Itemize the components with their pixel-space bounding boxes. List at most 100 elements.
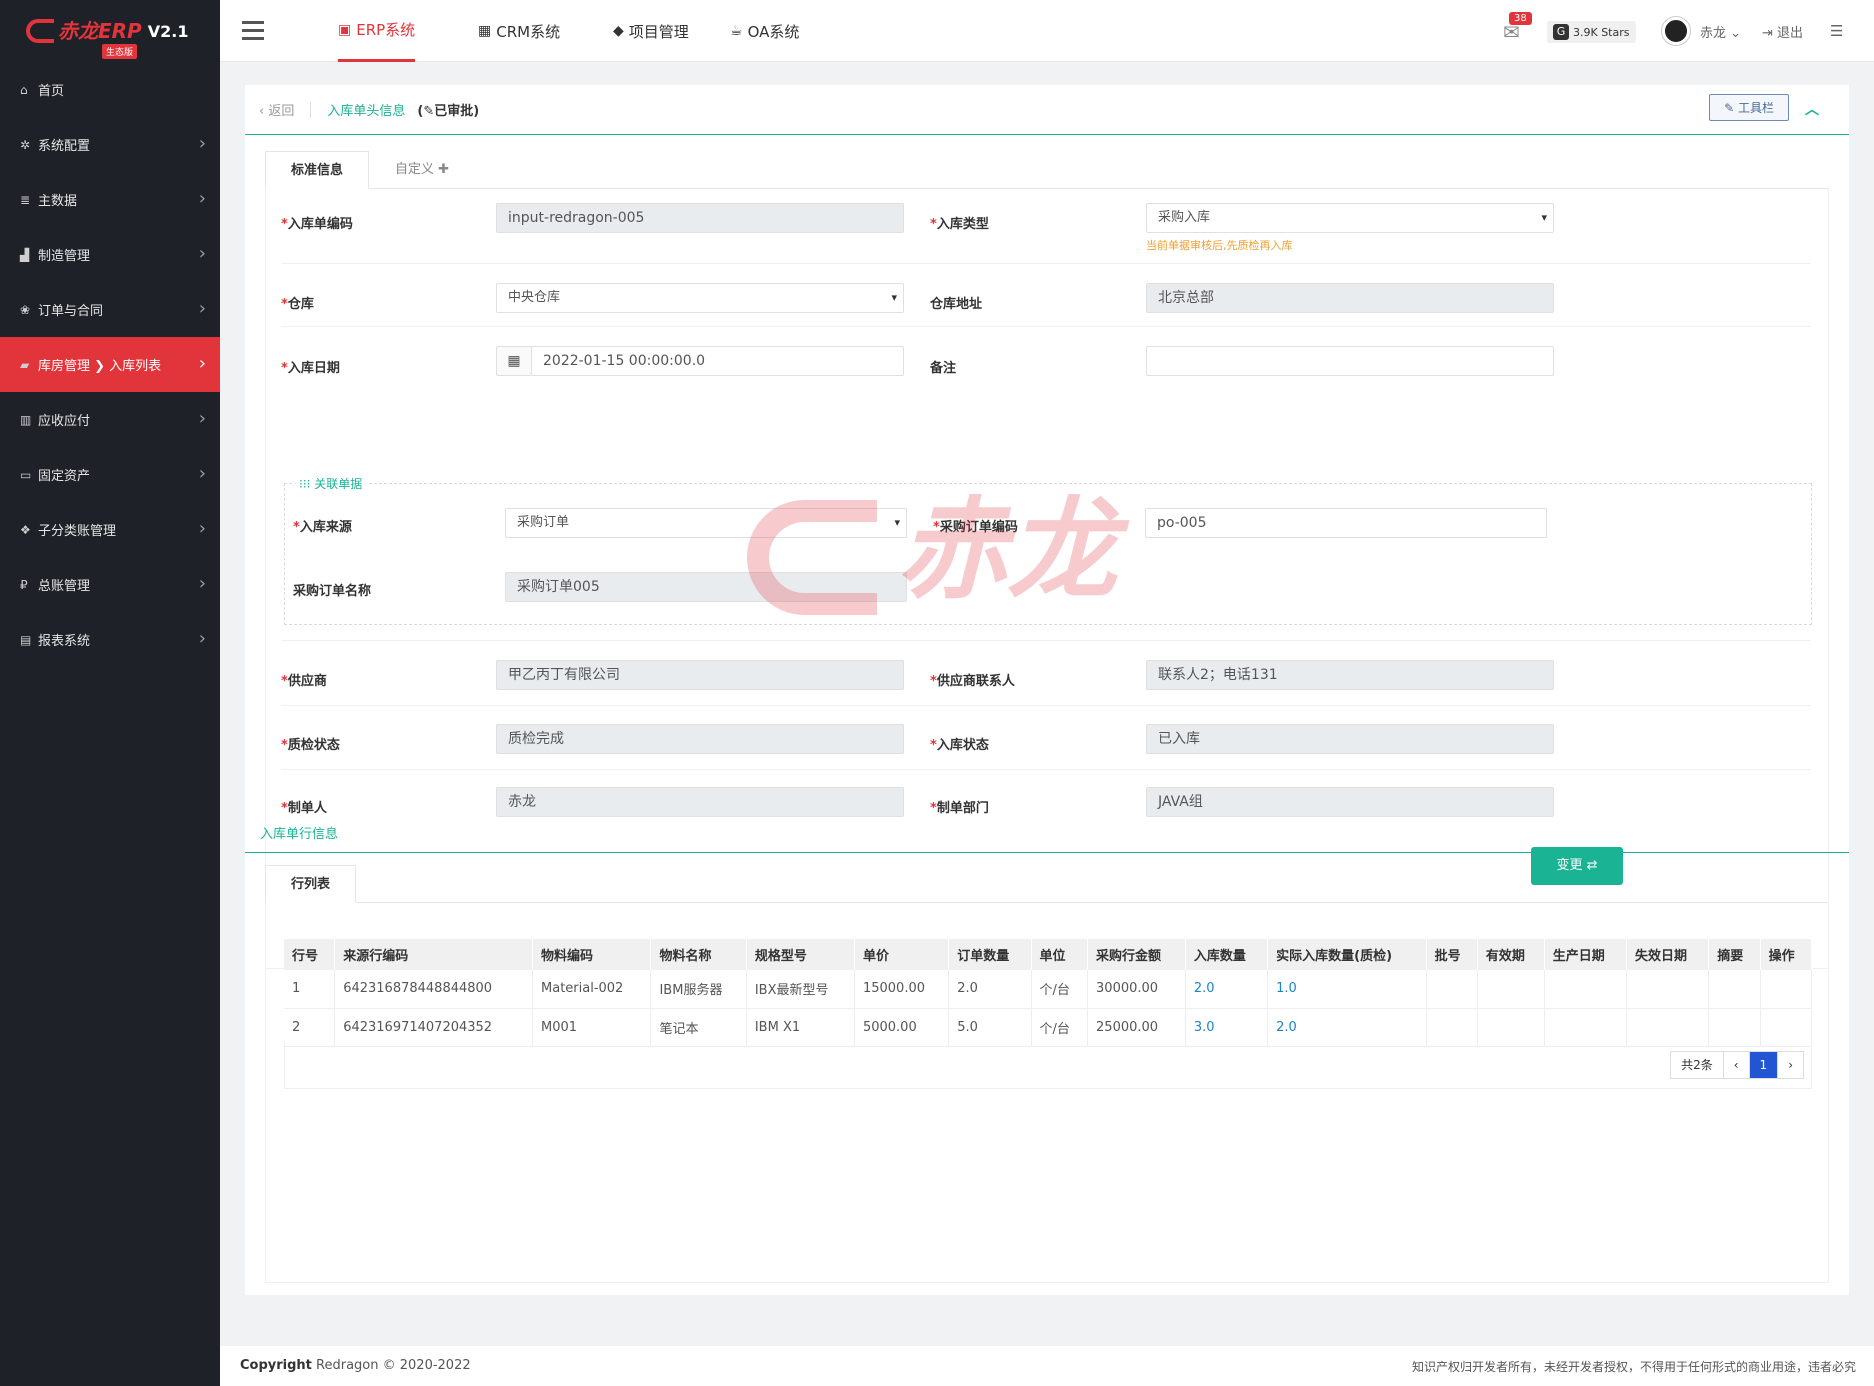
sidebar-item-3[interactable]: ▟ 制造管理 ›	[0, 227, 220, 282]
column-header: 行号	[284, 939, 336, 970]
copyright-text: Redragon © 2020-2022	[311, 1358, 471, 1373]
table-cell: M001	[532, 1008, 652, 1047]
back-link[interactable]: ‹ 返回	[259, 100, 294, 119]
sidebar-item-8[interactable]: ❖ 子分类账管理 ›	[0, 502, 220, 557]
table-cell: Material-002	[532, 970, 652, 1009]
handshake-icon: ❀	[20, 302, 31, 317]
copyright-label: Copyright	[240, 1358, 312, 1373]
coffee-icon: ☕	[730, 23, 743, 39]
sidebar-item-6[interactable]: ▥ 应收应付 ›	[0, 392, 220, 447]
table-cell[interactable]: 3.0	[1185, 1008, 1269, 1047]
po-name-label: 采购订单名称	[293, 584, 372, 599]
chevron-right-icon: ›	[198, 298, 206, 319]
main-panel: ‹ 返回 入库单头信息 (✎已审批) ✎ 工具栏 ︿ 标准信息 自定义 ✚ *入…	[245, 85, 1849, 1295]
top-tab-label: OA系统	[747, 22, 800, 41]
column-header: 生产日期	[1544, 939, 1627, 970]
sidebar-item-5[interactable]: ▰ 库房管理 ❯ 入库列表 ›	[0, 337, 220, 392]
github-stars-button[interactable]: G 3.9K Stars	[1547, 21, 1636, 43]
top-tab-2[interactable]: ◆ 项目管理	[613, 0, 689, 62]
sidebar-item-10[interactable]: ▤ 报表系统 ›	[0, 612, 220, 667]
user-menu[interactable]: 赤龙 ⌄	[1700, 22, 1741, 41]
calendar-icon[interactable]: ▦	[496, 346, 532, 376]
table-header: 行号 来源行编码 物料编码 物料名称 规格型号 单价 订单数量 单位 采购行金额 入库数量 实际入库…	[284, 939, 1813, 970]
sidebar-item-9[interactable]: ₽ 总账管理 ›	[0, 557, 220, 612]
chevron-right-icon: ›	[198, 133, 206, 154]
edition-badge: 生态版	[102, 44, 138, 59]
menu-toggle-icon[interactable]	[242, 21, 264, 41]
inbound-type-label: *入库类型	[930, 217, 989, 232]
inbound-code-field[interactable]: input-redragon-005	[496, 203, 904, 233]
inbound-status-field[interactable]: 已入库	[1146, 724, 1554, 754]
erp-icon: ▣	[338, 21, 352, 38]
avatar[interactable]	[1662, 17, 1690, 45]
supplier-field[interactable]: 甲乙丙丁有限公司	[496, 660, 904, 690]
table-cell	[1626, 1008, 1710, 1047]
sidebar-item-1[interactable]: ✲ 系统配置 ›	[0, 117, 220, 172]
app-logo[interactable]: 赤龙ERP V2.1 生态版	[0, 0, 220, 62]
sidebar-item-7[interactable]: ▭ 固定资产 ›	[0, 447, 220, 502]
collapse-icon[interactable]: ︿	[1805, 99, 1819, 119]
form-tabs: 标准信息 自定义 ✚	[265, 151, 1829, 189]
supplier-contact-label: *供应商联系人	[930, 674, 1015, 689]
logout-label: 退出	[1777, 26, 1804, 41]
column-header: 单位	[1031, 939, 1089, 970]
column-header: 摘要	[1708, 939, 1761, 970]
page-1-button[interactable]: 1	[1749, 1052, 1779, 1078]
copyright: Copyright Redragon © 2020-2022	[240, 1358, 471, 1373]
supplier-contact-field[interactable]: 联系人2；电话131	[1146, 660, 1554, 690]
table-row[interactable]: 2 642316971407204352 M001 笔记本 IBM X1 5000.00 5…	[284, 1008, 1813, 1047]
sidebar-item-4[interactable]: ❀ 订单与合同 ›	[0, 282, 220, 337]
sidebar-item-label: 应收应付	[38, 414, 91, 429]
inbound-date-field[interactable]: 2022-01-15 00:00:00.0	[531, 346, 904, 376]
warehouse-select[interactable]: 中央仓库 ▾	[496, 283, 904, 313]
next-page-button[interactable]: ›	[1778, 1052, 1803, 1078]
table-cell: 个/台	[1031, 970, 1089, 1009]
chevron-right-icon: ›	[198, 408, 206, 429]
tab-custom[interactable]: 自定义 ✚	[370, 151, 474, 189]
po-code-field[interactable]: po-005	[1145, 508, 1547, 538]
top-tab-label: CRM系统	[496, 22, 561, 41]
panel-title: 入库单头信息	[327, 104, 406, 119]
tab-standard-info[interactable]: 标准信息	[265, 151, 370, 189]
inbound-source-value: 采购订单	[517, 515, 570, 530]
qc-status-label: *质检状态	[281, 738, 340, 753]
table-cell: 15000.00	[854, 970, 950, 1009]
inbound-type-select[interactable]: 采购入库 ▾	[1146, 203, 1554, 233]
table-cell	[1544, 1008, 1627, 1047]
table-cell	[1477, 1008, 1545, 1047]
prev-page-button[interactable]: ‹	[1724, 1052, 1750, 1078]
remark-field[interactable]	[1146, 346, 1554, 376]
table-cell[interactable]: 2.0	[1267, 1008, 1427, 1047]
top-tab-label: 项目管理	[628, 22, 689, 41]
column-header: 订单数量	[948, 939, 1032, 970]
toolbar-label: 工具栏	[1737, 101, 1774, 115]
warehouse-address-label: 仓库地址	[930, 297, 983, 312]
column-header: 入库数量	[1185, 939, 1269, 970]
table-cell[interactable]: 1.0	[1267, 970, 1427, 1009]
column-header: 有效期	[1477, 939, 1545, 970]
sidebar-item-0[interactable]: ⌂ 首页	[0, 62, 220, 117]
top-tab-1[interactable]: ▦ CRM系统	[478, 0, 560, 62]
table-row[interactable]: 1 642316878448844800 Material-002 IBM服务器 IBX…	[284, 970, 1813, 1009]
tab-line-list[interactable]: 行列表	[265, 865, 357, 903]
sidebar-item-label: 订单与合同	[38, 304, 104, 319]
logout-button[interactable]: ⇥ 退出	[1762, 22, 1803, 41]
table-cell[interactable]: 2.0	[1185, 970, 1269, 1009]
toolbar-button[interactable]: ✎ 工具栏	[1709, 94, 1789, 121]
sidebar-item-label: 系统配置	[38, 139, 91, 154]
sidebar-item-2[interactable]: ≣ 主数据 ›	[0, 172, 220, 227]
divider	[310, 101, 312, 118]
top-tab-0[interactable]: ▣ ERP系统	[338, 0, 416, 62]
inbound-status-label: *入库状态	[930, 738, 989, 753]
warehouse-address-field[interactable]: 北京总部	[1146, 283, 1554, 313]
qc-status-field[interactable]: 质检完成	[496, 724, 904, 754]
watermark-text: 赤龙	[897, 486, 1117, 614]
footer: Copyright Redragon © 2020-2022 知识产权归开发者所…	[220, 1346, 1874, 1386]
settings-icon[interactable]: ☰	[1830, 22, 1843, 40]
top-tab-3[interactable]: ☕ OA系统	[730, 0, 799, 62]
watermark-mark-icon	[747, 500, 877, 615]
book-icon: ▤	[20, 632, 32, 647]
table-cell: 5000.00	[854, 1008, 950, 1047]
sidebar-item-label: 子分类账管理	[38, 524, 117, 539]
lines-table: 行号 来源行编码 物料编码 物料名称 规格型号 单价 订单数量 单位 采购行金额 入库数量 实际入库…	[284, 939, 1813, 1047]
